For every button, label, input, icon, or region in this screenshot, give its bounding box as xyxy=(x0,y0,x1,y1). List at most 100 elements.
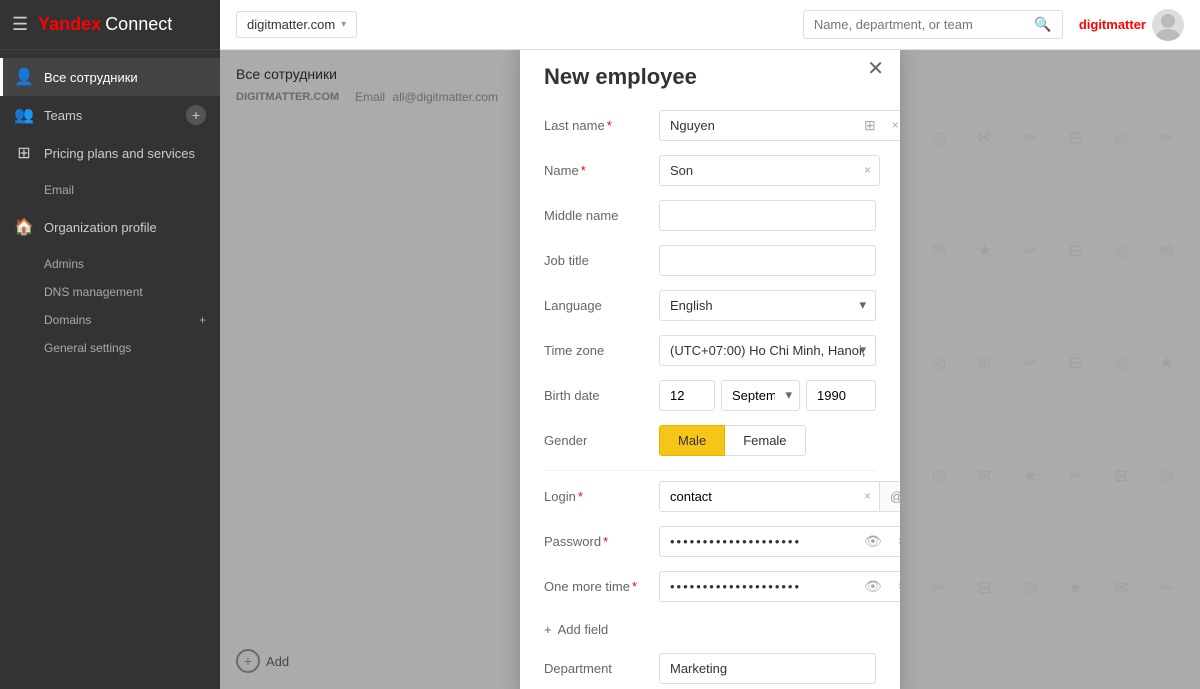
name-control: × xyxy=(659,155,880,186)
modal-title: New employee xyxy=(544,64,876,90)
table-icon[interactable]: ⊞ xyxy=(856,117,884,134)
birth-day-input[interactable] xyxy=(659,380,715,411)
sidebar-group-pricing: Email xyxy=(0,172,220,208)
login-clear-button[interactable]: × xyxy=(856,489,879,503)
sidebar: ☰ Yandex Connect 👤 Все сотрудники 👥 Team… xyxy=(0,0,220,689)
password-control: 👁 × xyxy=(659,526,900,557)
last-name-control: ⊞ × xyxy=(659,110,900,141)
last-name-clear-icon[interactable]: × xyxy=(884,118,900,132)
gender-male-button[interactable]: Male xyxy=(659,425,725,456)
teams-icon: 👥 xyxy=(14,105,34,125)
timezone-select[interactable]: (UTC+07:00) Ho Chi Minh, Hanoi, Trà Vi..… xyxy=(659,335,876,366)
add-field-row[interactable]: + Add field xyxy=(544,616,876,643)
sidebar-header: ☰ Yandex Connect xyxy=(0,0,220,50)
sidebar-item-teams[interactable]: 👥 Teams + xyxy=(0,96,220,134)
avatar xyxy=(1152,9,1184,41)
birth-month-select[interactable]: JanuaryFebruaryMarch AprilMayJune JulyAu… xyxy=(721,380,800,411)
modal-overlay: New employee ✕ Last name* ⊞ × xyxy=(220,50,1200,689)
birth-date-control: JanuaryFebruaryMarch AprilMayJune JulyAu… xyxy=(659,380,876,411)
confirm-password-label: One more time* xyxy=(544,571,659,594)
job-title-control xyxy=(659,245,876,276)
sidebar-item-admins[interactable]: Admins xyxy=(0,250,220,278)
timezone-label: Time zone xyxy=(544,335,659,358)
logo-yandex: Yandex xyxy=(38,14,101,35)
password-input[interactable] xyxy=(660,527,856,556)
login-input[interactable] xyxy=(660,482,856,511)
name-clear-icon[interactable]: × xyxy=(856,163,879,177)
birth-year-input[interactable] xyxy=(806,380,876,411)
department-control xyxy=(659,653,876,684)
sidebar-group-org: Admins DNS management Domains + General … xyxy=(0,246,220,366)
login-input-wrapper: × @digitmatter.com xyxy=(659,481,900,512)
middle-name-row: Middle name xyxy=(544,200,876,231)
job-title-row: Job title xyxy=(544,245,876,276)
login-row: Login* × @digitmatter.com xyxy=(544,481,876,512)
pricing-icon: ⊞ xyxy=(14,143,34,163)
department-label: Department xyxy=(544,653,659,676)
language-select-wrapper: English Russian Vietnamese French German xyxy=(659,290,876,321)
birth-date-row: Birth date JanuaryFebruaryMarch AprilMay… xyxy=(544,380,876,411)
domain-selector[interactable]: digitmatter.com ▾ xyxy=(236,11,357,38)
confirm-input-wrapper: 👁 × xyxy=(659,571,900,602)
chevron-down-icon: ▾ xyxy=(341,19,346,30)
last-name-input[interactable] xyxy=(660,111,856,140)
topbar: digitmatter.com ▾ 🔍 digitmatter xyxy=(220,0,1200,50)
gender-control: Male Female xyxy=(659,425,876,456)
login-domain: @digitmatter.com xyxy=(879,482,900,511)
name-input[interactable] xyxy=(660,156,856,185)
logo: Yandex Connect xyxy=(38,14,172,35)
confirm-password-input[interactable] xyxy=(660,572,856,601)
sidebar-label-all-employees: Все сотрудники xyxy=(44,70,206,85)
gender-toggle: Male Female xyxy=(659,425,876,456)
middle-name-control xyxy=(659,200,876,231)
main-content: digitmatter.com ▾ 🔍 digitmatter Все сотр… xyxy=(220,0,1200,689)
sidebar-item-pricing[interactable]: ⊞ Pricing plans and services xyxy=(0,134,220,172)
password-eye-icon[interactable]: 👁 xyxy=(856,533,890,550)
page-content: Все сотрудники DIGITMATTER.COM Email all… xyxy=(220,50,1200,689)
job-title-input[interactable] xyxy=(659,245,876,276)
sidebar-item-domains[interactable]: Domains + xyxy=(0,306,220,334)
sidebar-item-all-employees[interactable]: 👤 Все сотрудники xyxy=(0,58,220,96)
teams-add-button[interactable]: + xyxy=(186,105,206,125)
gender-female-button[interactable]: Female xyxy=(725,425,805,456)
department-input[interactable] xyxy=(659,653,876,684)
modal-close-button[interactable]: ✕ xyxy=(867,56,884,81)
people-icon: 👤 xyxy=(14,67,34,87)
timezone-select-wrapper: (UTC+07:00) Ho Chi Minh, Hanoi, Trà Vi..… xyxy=(659,335,876,366)
add-field-label: Add field xyxy=(558,622,609,637)
login-label: Login* xyxy=(544,481,659,504)
language-control: English Russian Vietnamese French German xyxy=(659,290,876,321)
sidebar-item-general[interactable]: General settings xyxy=(0,334,220,362)
logo-connect: Connect xyxy=(105,14,172,35)
password-input-wrapper: 👁 × xyxy=(659,526,900,557)
new-employee-modal: New employee ✕ Last name* ⊞ × xyxy=(520,50,900,689)
middle-name-label: Middle name xyxy=(544,200,659,223)
middle-name-input[interactable] xyxy=(659,200,876,231)
language-select[interactable]: English Russian Vietnamese French German xyxy=(659,290,876,321)
timezone-row: Time zone (UTC+07:00) Ho Chi Minh, Hanoi… xyxy=(544,335,876,366)
user-area[interactable]: digitmatter xyxy=(1079,9,1184,41)
sidebar-item-email[interactable]: Email xyxy=(0,176,220,204)
confirm-eye-icon[interactable]: 👁 xyxy=(856,578,890,595)
domains-add-button[interactable]: + xyxy=(199,313,206,327)
gender-label: Gender xyxy=(544,425,659,448)
sidebar-label-org-profile: Organization profile xyxy=(44,220,206,235)
last-name-label: Last name* xyxy=(544,110,659,133)
confirm-clear-icon[interactable]: × xyxy=(890,579,900,593)
hamburger-icon[interactable]: ☰ xyxy=(12,14,28,35)
username-prefix: d xyxy=(1079,17,1087,32)
last-name-input-wrapper: ⊞ × xyxy=(659,110,900,141)
sidebar-nav: 👤 Все сотрудники 👥 Teams + ⊞ Pricing pla… xyxy=(0,50,220,689)
sidebar-item-org-profile[interactable]: 🏠 Organization profile xyxy=(0,208,220,246)
password-clear-icon[interactable]: × xyxy=(890,534,900,548)
org-icon: 🏠 xyxy=(14,217,34,237)
username: digitmatter xyxy=(1079,17,1146,32)
search-input[interactable] xyxy=(814,17,1035,32)
birth-date-inputs: JanuaryFebruaryMarch AprilMayJune JulyAu… xyxy=(659,380,876,411)
login-control: × @digitmatter.com xyxy=(659,481,900,512)
sidebar-item-dns[interactable]: DNS management xyxy=(0,278,220,306)
language-row: Language English Russian Vietnamese Fren… xyxy=(544,290,876,321)
search-bar[interactable]: 🔍 xyxy=(803,10,1063,39)
form-divider xyxy=(544,470,876,471)
name-input-wrapper: × xyxy=(659,155,880,186)
